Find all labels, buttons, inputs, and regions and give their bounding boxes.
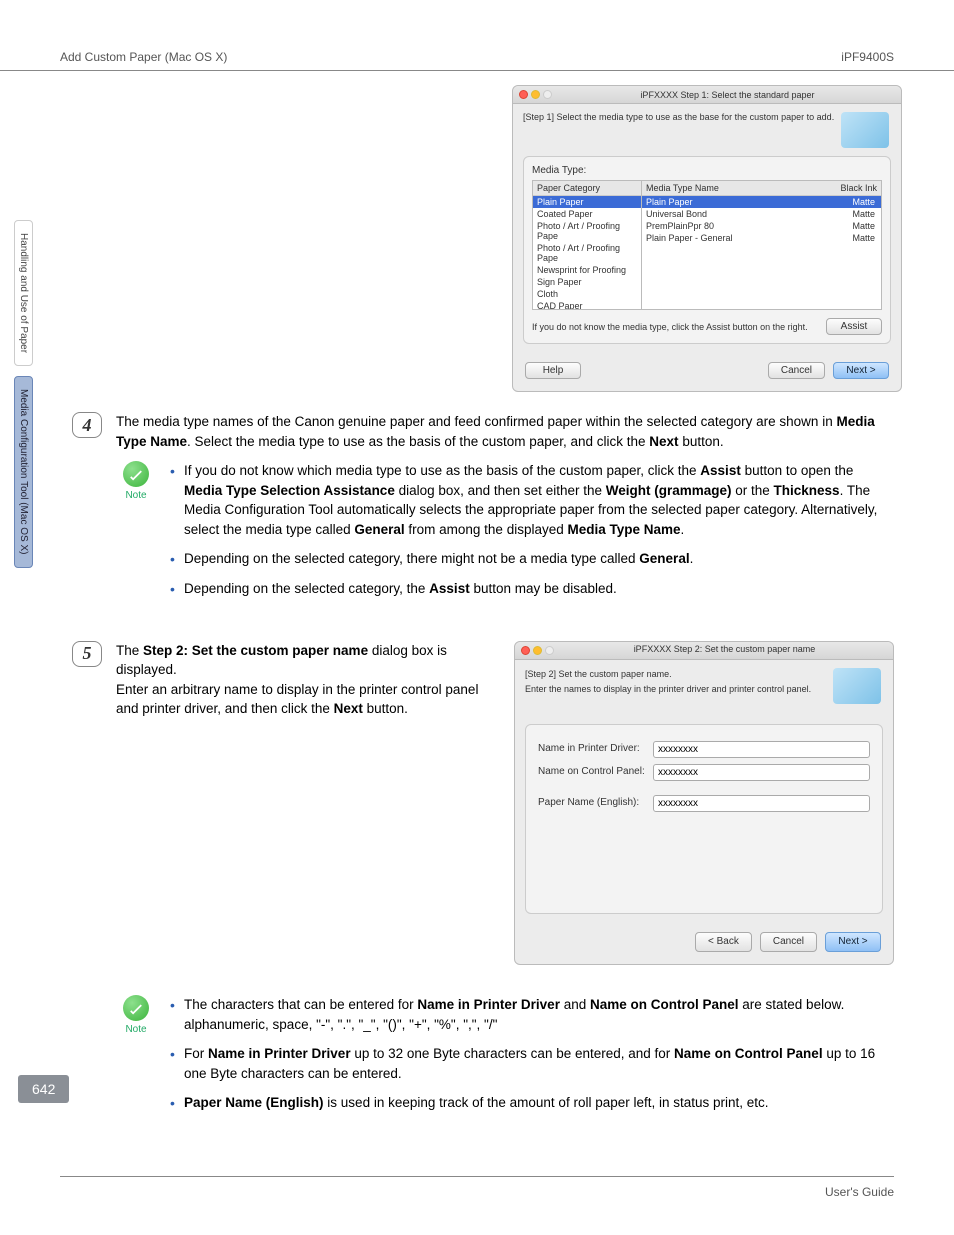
zoom-icon[interactable] [545,646,554,655]
dialog2-titlebar: iPFXXXX Step 2: Set the custom paper nam… [515,642,893,660]
category-item[interactable]: Photo / Art / Proofing Pape [533,220,641,242]
page-footer: User's Guide [60,1176,894,1199]
help-button[interactable]: Help [525,362,581,379]
assist-button[interactable]: Assist [826,318,882,335]
note-icon [123,995,149,1021]
side-tab-media-config[interactable]: Media Configuration Tool (Mac OS X) [14,376,33,567]
dialog-step1: iPFXXXX Step 1: Select the standard pape… [512,85,902,392]
mt-name: PremPlainPpr 80 [646,221,714,231]
mt-ink: Matte [852,221,875,231]
zoom-icon[interactable] [543,90,552,99]
step-4-number: 4 [72,412,102,438]
label-control-panel: Name on Control Panel: [538,765,653,780]
step-4-text: The media type names of the Canon genuin… [116,412,894,451]
footer-right: User's Guide [825,1185,894,1199]
input-printer-driver[interactable] [653,741,870,758]
close-icon[interactable] [519,90,528,99]
category-item[interactable]: Photo / Art / Proofing Pape [533,242,641,264]
category-item[interactable]: Newsprint for Proofing [533,264,641,276]
category-item[interactable]: CAD Paper [533,300,641,310]
media-type-list[interactable]: Media Type Name Black Ink Plain Paper Ma… [642,180,882,310]
dialog1-titlebar: iPFXXXX Step 1: Select the standard pape… [513,86,901,104]
step-5-text: The Step 2: Set the custom paper name di… [116,641,500,986]
mt-ink-header: Black Ink [840,183,877,193]
mt-name-header: Media Type Name [646,183,719,193]
header-right: iPF9400S [841,50,894,64]
dialog-step2: iPFXXXX Step 2: Set the custom paper nam… [514,641,894,966]
mt-name: Plain Paper [646,197,693,207]
dialog1-instruction: [Step 1] Select the media type to use as… [523,112,891,122]
minimize-icon[interactable] [531,90,540,99]
dialog2-instr1: [Step 2] Set the custom paper name. [525,668,883,681]
step5-note-list: The characters that can be entered for N… [170,995,894,1123]
cancel-button[interactable]: Cancel [760,932,817,953]
label-paper-name-en: Paper Name (English): [538,796,653,811]
dialog1-illustration [841,112,889,148]
note-bullet: Depending on the selected category, ther… [170,549,894,569]
back-button[interactable]: < Back [695,932,752,953]
page-number: 642 [18,1075,69,1103]
label-printer-driver: Name in Printer Driver: [538,742,653,757]
media-type-header-row: Media Type Name Black Ink [642,181,881,196]
cancel-button[interactable]: Cancel [768,362,825,379]
dialog2-illustration [833,668,881,704]
dialog1-title: iPFXXXX Step 1: Select the standard pape… [560,90,895,100]
side-tab-handling[interactable]: Handling and Use of Paper [14,220,33,366]
media-type-row[interactable]: Universal Bond Matte [642,208,881,220]
media-type-row[interactable]: Plain Paper Matte [642,196,881,208]
input-paper-name-en[interactable] [653,795,870,812]
note-bullet: If you do not know which media type to u… [170,461,894,539]
header-left: Add Custom Paper (Mac OS X) [60,50,227,64]
category-header: Paper Category [533,181,641,196]
media-type-label: Media Type: [532,165,882,176]
next-button[interactable]: Next > [825,932,881,953]
note-bullet: Depending on the selected category, the … [170,579,894,599]
input-control-panel[interactable] [653,764,870,781]
mt-name: Plain Paper - General [646,233,733,243]
step-5-number: 5 [72,641,102,667]
page-header: Add Custom Paper (Mac OS X) iPF9400S [0,0,954,71]
traffic-lights [519,90,552,99]
media-type-row[interactable]: Plain Paper - General Matte [642,232,881,244]
category-item[interactable]: Cloth [533,288,641,300]
note-label: Note [116,1023,156,1038]
category-item[interactable]: Sign Paper [533,276,641,288]
next-button[interactable]: Next > [833,362,889,379]
mt-ink: Matte [852,197,875,207]
step4-note-list: If you do not know which media type to u… [170,461,894,608]
category-list[interactable]: Paper Category Plain Paper Coated Paper … [532,180,642,310]
dialog2-instr2: Enter the names to display in the printe… [525,683,883,696]
assist-text: If you do not know the media type, click… [532,322,808,332]
side-tabs: Handling and Use of Paper Media Configur… [14,220,38,578]
minimize-icon[interactable] [533,646,542,655]
mt-ink: Matte [852,233,875,243]
note-icon [123,461,149,487]
note-bullet: Paper Name (English) is used in keeping … [170,1093,894,1113]
dialog2-title: iPFXXXX Step 2: Set the custom paper nam… [562,643,887,656]
close-icon[interactable] [521,646,530,655]
note-bullet: The characters that can be entered for N… [170,995,894,1034]
note-label: Note [116,489,156,504]
note-bullet: For Name in Printer Driver up to 32 one … [170,1044,894,1083]
category-item[interactable]: Plain Paper [533,196,641,208]
mt-name: Universal Bond [646,209,707,219]
mt-ink: Matte [852,209,875,219]
media-type-row[interactable]: PremPlainPpr 80 Matte [642,220,881,232]
category-item[interactable]: Coated Paper [533,208,641,220]
traffic-lights [521,646,554,655]
